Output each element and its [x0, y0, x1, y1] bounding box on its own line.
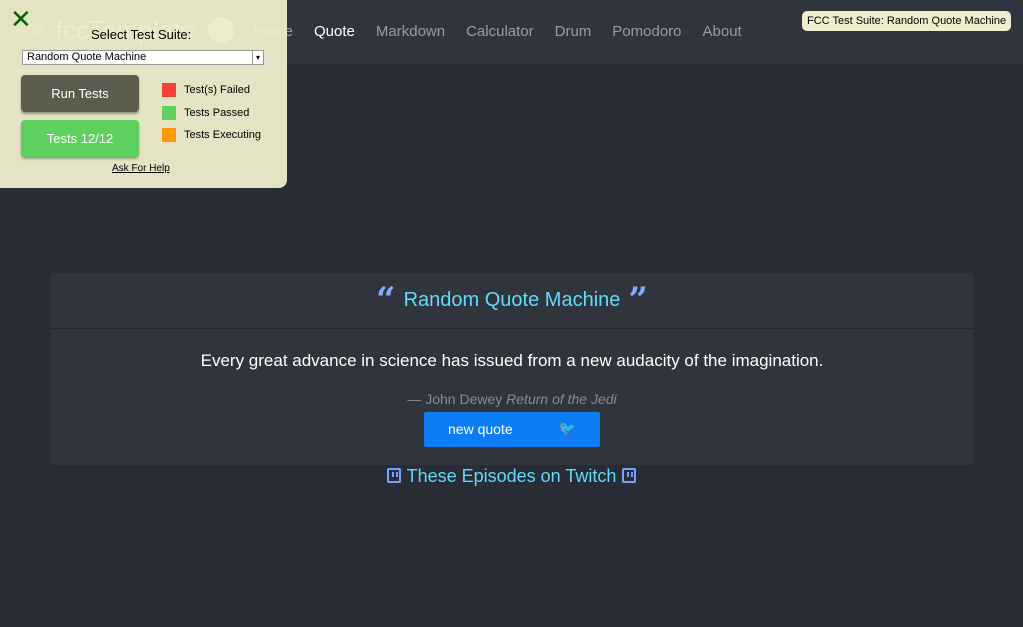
select-suite-label: Select Test Suite: [91, 27, 192, 42]
test-suite-badge[interactable]: FCC Test Suite: Random Quote Machine [802, 11, 1012, 31]
nav-links: Home Quote Markdown Calculator Drum Pomo… [253, 22, 763, 42]
new-quote-label: new quote [448, 421, 513, 437]
selected-suite-value: Random Quote Machine [27, 51, 147, 63]
twitch-link[interactable]: These Episodes on Twitch [0, 466, 1023, 487]
run-tests-button[interactable]: Run Tests [21, 75, 139, 112]
fcc-test-panel: ✕ Select Test Suite: Random Quote Machin… [0, 0, 287, 188]
twitch-icon [622, 468, 637, 483]
legend-label: Tests Executing [184, 129, 262, 141]
nav-link-pomodoro[interactable]: Pomodoro [612, 22, 681, 42]
legend-failed: Test(s) Failed [162, 83, 261, 97]
quote-author: — John Dewey [407, 391, 503, 407]
failed-swatch [162, 83, 176, 97]
quote-left-icon: “ [376, 279, 396, 320]
legend-passed: Tests Passed [162, 105, 261, 120]
twitch-icon [386, 468, 401, 483]
twitter-icon[interactable]: 🐦 [559, 420, 576, 437]
quote-attribution: — John Dewey Return of the Jedi [51, 391, 973, 407]
nav-link-about[interactable]: About [703, 22, 742, 42]
quote-right-icon: ” [628, 279, 648, 320]
ask-for-help-link[interactable]: Ask For Help [112, 163, 170, 174]
passed-swatch [162, 105, 176, 120]
legend-label: Test(s) Failed [184, 84, 251, 96]
dropdown-arrow-icon[interactable]: ▾ [252, 51, 263, 64]
quote-card: “ Random Quote Machine ” Every great adv… [51, 273, 973, 465]
nav-link-drum[interactable]: Drum [555, 22, 592, 42]
card-header: “ Random Quote Machine ” [51, 273, 973, 329]
legend-label: Tests Passed [184, 106, 250, 119]
new-quote-button[interactable]: new quote 🐦 [424, 412, 600, 447]
card-title: Random Quote Machine [403, 289, 621, 311]
status-legend: Test(s) Failed Tests Passed Tests Execut… [162, 83, 261, 151]
executing-swatch [162, 128, 176, 142]
test-suite-select[interactable]: Random Quote Machine ▾ [22, 50, 264, 65]
twitch-link-label: These Episodes on Twitch [406, 466, 617, 486]
close-icon[interactable]: ✕ [10, 6, 32, 32]
legend-executing: Tests Executing [162, 128, 261, 142]
nav-link-calculator[interactable]: Calculator [466, 22, 534, 42]
nav-link-markdown[interactable]: Markdown [376, 22, 445, 42]
quote-text: Every great advance in science has issue… [200, 351, 824, 370]
tests-result-button[interactable]: Tests 12/12 [21, 120, 139, 157]
quote-source: Return of the Jedi [506, 391, 617, 407]
nav-link-quote[interactable]: Quote [314, 22, 355, 42]
